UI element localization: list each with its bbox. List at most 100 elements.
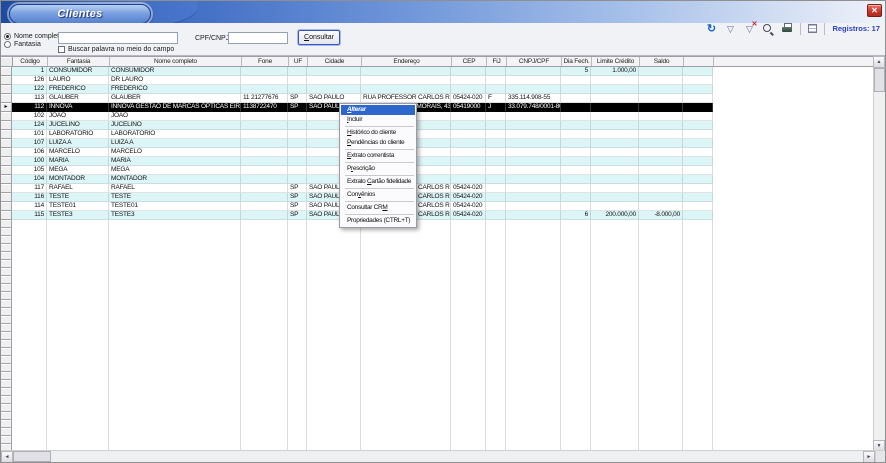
clients-grid[interactable]: CódigoFantasiaNome completoFoneUFCidadeE… xyxy=(1,56,875,452)
grid-cell[interactable] xyxy=(591,148,639,157)
grid-cell[interactable] xyxy=(241,184,288,193)
checkbox-buscar-meio[interactable]: Buscar palavra no meio do campo xyxy=(58,46,174,53)
grid-cell[interactable] xyxy=(639,67,683,76)
grid-cell[interactable]: 124 xyxy=(12,121,47,130)
grid-cell[interactable]: SP xyxy=(288,202,307,211)
grid-cell[interactable] xyxy=(361,76,451,85)
grid-cell[interactable] xyxy=(241,139,288,148)
grid-cell[interactable]: 106 xyxy=(12,148,47,157)
grid-cell[interactable]: 114 xyxy=(12,202,47,211)
grid-cell[interactable] xyxy=(486,130,506,139)
context-menu-item[interactable]: Extrato Cartão fidelidade xyxy=(341,177,415,187)
grid-cell[interactable] xyxy=(361,67,451,76)
grid-cell[interactable] xyxy=(639,202,683,211)
grid-cell[interactable] xyxy=(486,166,506,175)
grid-cell[interactable] xyxy=(486,85,506,94)
scroll-up-button[interactable]: ▲ xyxy=(873,56,885,68)
grid-cell[interactable] xyxy=(591,130,639,139)
grid-cell[interactable] xyxy=(241,130,288,139)
row-indicator[interactable] xyxy=(1,175,12,184)
grid-cell[interactable]: INNOVA xyxy=(47,103,109,112)
grid-cell[interactable]: SP xyxy=(288,103,307,112)
grid-cell[interactable]: TESTE xyxy=(109,193,241,202)
radio-fantasia[interactable]: Fantasia xyxy=(4,40,41,48)
grid-cell[interactable] xyxy=(288,112,307,121)
grid-cell[interactable] xyxy=(307,67,361,76)
grid-cell[interactable]: MEGA xyxy=(47,166,109,175)
grid-cell[interactable] xyxy=(561,94,591,103)
grid-cell[interactable] xyxy=(506,121,561,130)
grid-cell[interactable]: 1 xyxy=(12,67,47,76)
grid-cell[interactable]: 126 xyxy=(12,76,47,85)
grid-cell[interactable]: JOÃO xyxy=(109,112,241,121)
grid-cell[interactable] xyxy=(561,85,591,94)
grid-cell[interactable] xyxy=(591,139,639,148)
row-indicator[interactable] xyxy=(1,202,12,211)
grid-cell[interactable]: 102 xyxy=(12,112,47,121)
grid-cell[interactable]: JOÃO xyxy=(47,112,109,121)
grid-cell[interactable] xyxy=(241,121,288,130)
grid-cell[interactable]: -8.000,00 xyxy=(639,211,683,220)
context-menu-item[interactable]: Alterar xyxy=(341,105,415,115)
grid-cell[interactable]: LUIZA A xyxy=(47,139,109,148)
column-header[interactable]: FiJ xyxy=(487,57,507,66)
column-header[interactable]: Fone xyxy=(242,57,289,66)
context-menu-item[interactable]: Extrato correntista xyxy=(341,151,415,161)
grid-cell[interactable]: 104 xyxy=(12,175,47,184)
grid-cell[interactable] xyxy=(307,85,361,94)
column-header[interactable]: Dia Fech. xyxy=(562,57,592,66)
column-header[interactable]: Nome completo xyxy=(110,57,242,66)
grid-cell[interactable]: 112 xyxy=(12,103,47,112)
grid-cell[interactable] xyxy=(561,184,591,193)
grid-cell[interactable] xyxy=(683,184,713,193)
grid-cell[interactable] xyxy=(506,67,561,76)
grid-cell[interactable] xyxy=(591,94,639,103)
grid-cell[interactable] xyxy=(486,175,506,184)
scroll-right-button[interactable]: ► xyxy=(863,451,875,463)
grid-cell[interactable] xyxy=(561,139,591,148)
grid-cell[interactable] xyxy=(639,184,683,193)
clear-filter-icon[interactable]: ▽✕ xyxy=(743,23,755,35)
refresh-icon[interactable]: ↻ xyxy=(705,23,717,35)
grid-cell[interactable]: SP xyxy=(288,193,307,202)
export-grid-icon[interactable] xyxy=(808,24,817,33)
grid-cell[interactable] xyxy=(486,112,506,121)
row-indicator[interactable] xyxy=(1,166,12,175)
grid-cell[interactable] xyxy=(683,193,713,202)
scroll-left-button[interactable]: ◄ xyxy=(1,451,13,463)
grid-cell[interactable] xyxy=(506,202,561,211)
horizontal-scroll-track[interactable] xyxy=(51,451,863,462)
grid-cell[interactable] xyxy=(506,157,561,166)
grid-cell[interactable] xyxy=(288,148,307,157)
grid-cell[interactable]: 200.000,00 xyxy=(591,211,639,220)
grid-cell[interactable] xyxy=(288,67,307,76)
grid-cell[interactable] xyxy=(683,148,713,157)
grid-cell[interactable] xyxy=(241,166,288,175)
grid-cell[interactable]: 05424-020 xyxy=(451,211,486,220)
grid-cell[interactable] xyxy=(639,193,683,202)
grid-cell[interactable]: CONSUMIDOR xyxy=(109,67,241,76)
grid-cell[interactable]: 105 xyxy=(12,166,47,175)
row-indicator[interactable] xyxy=(1,157,12,166)
grid-cell[interactable] xyxy=(307,76,361,85)
grid-cell[interactable]: 101 xyxy=(12,130,47,139)
grid-cell[interactable]: TESTE3 xyxy=(47,211,109,220)
grid-cell[interactable]: TESTE01 xyxy=(109,202,241,211)
grid-cell[interactable] xyxy=(639,166,683,175)
grid-cell[interactable] xyxy=(506,148,561,157)
grid-cell[interactable]: LAURO xyxy=(47,76,109,85)
grid-cell[interactable] xyxy=(639,139,683,148)
grid-cell[interactable] xyxy=(451,148,486,157)
grid-cell[interactable]: 113 xyxy=(12,94,47,103)
grid-cell[interactable] xyxy=(683,166,713,175)
grid-cell[interactable]: 05419000 xyxy=(451,103,486,112)
grid-cell[interactable]: 05424-020 xyxy=(451,202,486,211)
column-header[interactable]: Código xyxy=(13,57,48,66)
vertical-scrollbar[interactable]: ▲ ▼ xyxy=(873,56,885,452)
grid-cell[interactable]: LUIZA A xyxy=(109,139,241,148)
grid-cell[interactable] xyxy=(486,139,506,148)
grid-cell[interactable] xyxy=(451,67,486,76)
grid-cell[interactable]: SÃO PAULO xyxy=(307,94,361,103)
grid-cell[interactable] xyxy=(506,85,561,94)
radio-nome-completo[interactable]: Nome completo xyxy=(4,32,63,40)
